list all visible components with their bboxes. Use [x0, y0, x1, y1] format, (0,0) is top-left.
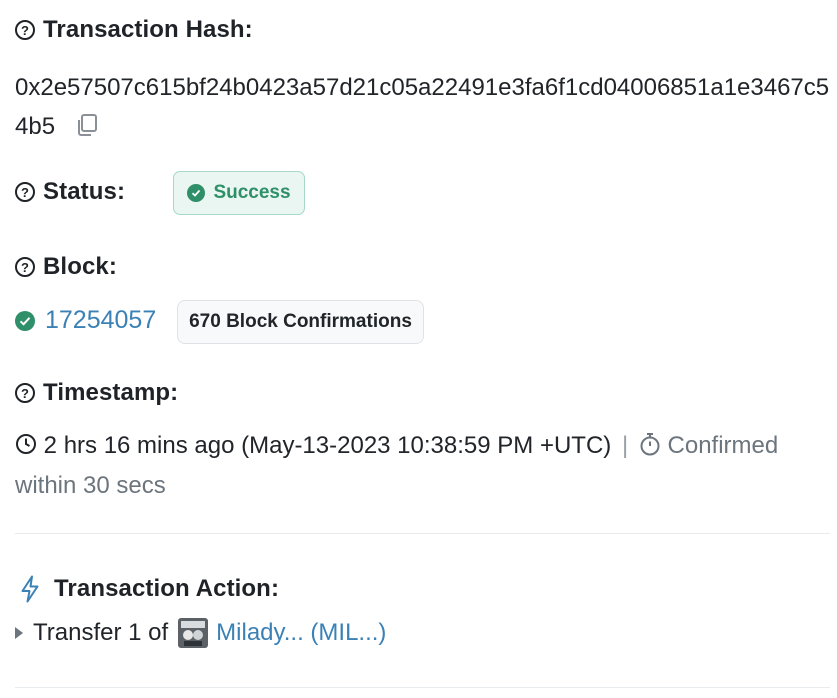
tx-action-label: Transaction Action:	[54, 575, 280, 602]
transfer-action-row: Transfer 1 of Milady... (MIL...)	[15, 618, 386, 648]
copy-icon[interactable]	[74, 112, 100, 138]
tx-hash-label: Transaction Hash:	[43, 16, 253, 43]
status-badge-label: Success	[213, 182, 291, 203]
caret-right-icon[interactable]	[15, 627, 23, 639]
status-label-row: ? Status:	[15, 178, 125, 206]
block-number-link[interactable]: 17254057	[45, 306, 156, 335]
block-confirmations-label: 670 Block Confirmations	[189, 311, 412, 332]
token-link[interactable]: Milady... (MIL...)	[216, 619, 386, 647]
transfer-prefix: Transfer 1 of	[33, 619, 169, 646]
block-value-row: 17254057	[15, 306, 156, 335]
clock-icon	[16, 434, 36, 455]
stopwatch-icon	[640, 433, 660, 456]
block-confirmations-badge: 670 Block Confirmations	[177, 300, 424, 344]
lightning-bolt-icon	[21, 575, 39, 603]
timestamp-value: 2 hrs 16 mins ago (May-13-2023 10:38:59 …	[43, 432, 612, 459]
timestamp-label-row: ? Timestamp:	[15, 379, 178, 407]
timestamp-value-container: 2 hrs 16 mins ago (May-13-2023 10:38:59 …	[15, 426, 830, 506]
question-circle-icon[interactable]: ?	[15, 20, 35, 40]
status-badge: Success	[173, 171, 305, 215]
tx-hash-value-container: 0x2e57507c615bf24b0423a57d21c05a22491e3f…	[15, 68, 830, 146]
section-divider-bottom	[15, 687, 830, 688]
token-thumbnail-icon	[178, 618, 209, 648]
tx-hash-value: 0x2e57507c615bf24b0423a57d21c05a22491e3f…	[15, 74, 830, 140]
transaction-details: ? Transaction Hash: 0x2e57507c615bf24b04…	[0, 0, 837, 698]
tx-action-label-row: Transaction Action:	[20, 575, 279, 603]
question-circle-icon[interactable]: ?	[15, 182, 35, 202]
timestamp-label: Timestamp:	[43, 379, 179, 406]
check-circle-icon	[187, 184, 206, 202]
question-circle-icon[interactable]: ?	[15, 383, 35, 403]
block-label-row: ? Block:	[15, 253, 117, 281]
status-label: Status:	[43, 178, 126, 205]
tx-hash-label-row: ? Transaction Hash:	[15, 16, 253, 44]
question-circle-icon[interactable]: ?	[15, 257, 35, 277]
timestamp-separator: |	[621, 432, 629, 459]
block-label: Block:	[43, 253, 117, 280]
section-divider	[15, 533, 830, 534]
check-circle-icon	[15, 310, 35, 331]
